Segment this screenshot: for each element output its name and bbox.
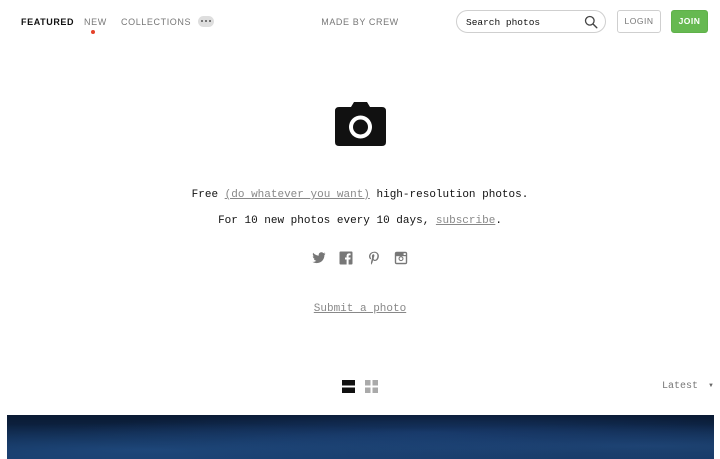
chevron-down-icon[interactable]: ▼: [708, 383, 714, 389]
top-nav: FEATURED NEW COLLECTIONS MADE BY CREW LO…: [0, 0, 720, 44]
pinterest-icon[interactable]: [367, 251, 381, 265]
login-button[interactable]: LOGIN: [617, 10, 661, 33]
more-menu-button[interactable]: [198, 16, 214, 27]
nav-collections[interactable]: COLLECTIONS: [121, 17, 191, 27]
hero-tagline: Free (do whatever you want) high-resolut…: [0, 189, 720, 202]
subscribe-link[interactable]: subscribe: [436, 215, 495, 227]
twitter-icon[interactable]: [312, 251, 326, 265]
grid-view-icon[interactable]: [365, 380, 378, 393]
photo-card[interactable]: [7, 415, 714, 459]
nav-new[interactable]: NEW: [84, 17, 107, 27]
hero-subscribe-line: For 10 new photos every 10 days, subscri…: [0, 215, 720, 228]
made-by-crew-link[interactable]: MADE BY CREW: [300, 17, 420, 27]
join-button[interactable]: JOIN: [671, 10, 708, 33]
subscribe-text-start: For 10 new photos every 10 days,: [218, 215, 436, 227]
ellipsis-icon: [201, 20, 211, 23]
new-indicator-dot: [91, 30, 95, 34]
tagline-text-start: Free: [191, 189, 225, 201]
nav-featured[interactable]: FEATURED: [21, 17, 74, 27]
sort-dropdown[interactable]: Latest: [662, 381, 698, 393]
single-column-view-icon[interactable]: [342, 380, 355, 393]
submit-photo-row: Submit a photo: [0, 303, 720, 316]
tagline-text-end: high-resolution photos.: [369, 189, 529, 201]
subscribe-text-end: .: [495, 215, 502, 227]
facebook-icon[interactable]: [339, 251, 353, 265]
license-link[interactable]: (do whatever you want): [225, 189, 370, 201]
submit-photo-link[interactable]: Submit a photo: [314, 303, 406, 315]
search-box[interactable]: [456, 10, 606, 33]
search-input[interactable]: [466, 15, 581, 29]
instagram-icon[interactable]: [394, 251, 408, 265]
search-icon[interactable]: [584, 15, 598, 29]
camera-icon: [335, 102, 386, 146]
